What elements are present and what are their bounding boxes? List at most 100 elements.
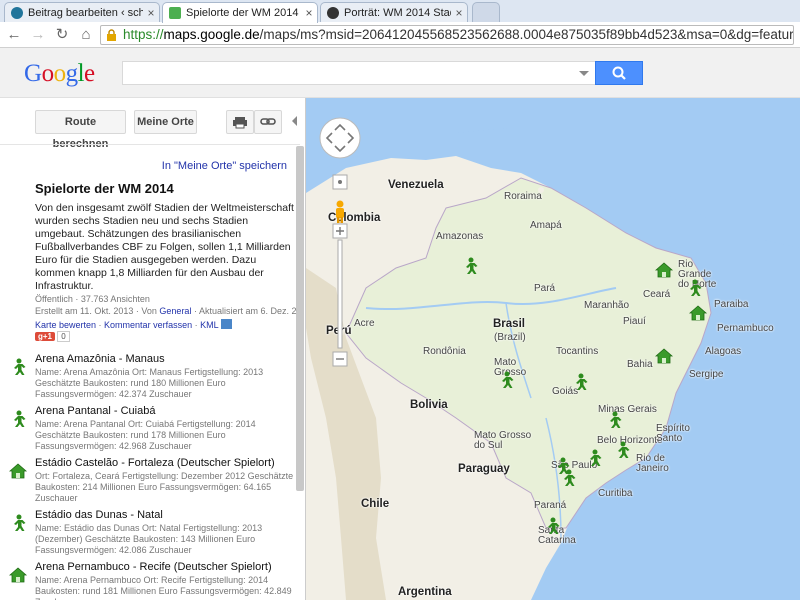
map-stats: Öffentlich · 37.763 Ansichten bbox=[35, 294, 150, 304]
address-bar[interactable]: https://maps.google.de/maps/ms?msid=2064… bbox=[100, 25, 794, 45]
kml-icon[interactable] bbox=[220, 319, 232, 329]
house-icon bbox=[8, 463, 28, 479]
house-icon[interactable] bbox=[654, 346, 674, 366]
map-canvas[interactable]: Venezuela Colombia Perú Brasil (Brazil) … bbox=[306, 98, 800, 600]
browser-tab-1[interactable]: Beitrag bearbeiten ‹ schiel × bbox=[4, 2, 160, 22]
map-actions: Karte bewerten · Kommentar verfassen · K… bbox=[35, 319, 232, 330]
list-item[interactable]: Estádio das Dunas - Natal Name: Estádio … bbox=[0, 509, 300, 557]
url-path: /maps/ms?msid=206412045568523562688.0004… bbox=[259, 27, 794, 42]
house-icon bbox=[8, 567, 28, 583]
search-button[interactable] bbox=[595, 61, 643, 85]
pegman-icon[interactable] bbox=[333, 200, 347, 224]
author-link[interactable]: General bbox=[159, 306, 191, 316]
house-icon[interactable] bbox=[688, 303, 708, 323]
label-bolivia: Bolivia bbox=[410, 399, 448, 411]
item-details: Name: Arena Pernambuco Ort: Recife Ferti… bbox=[35, 575, 292, 600]
label-state: Tocantins bbox=[556, 346, 599, 357]
list-item[interactable]: Arena Pernambuco - Recife (Deutscher Spi… bbox=[0, 561, 300, 600]
soccer-player-icon[interactable] bbox=[496, 370, 516, 390]
item-name[interactable]: Arena Amazônia - Manaus bbox=[35, 353, 165, 365]
wordpress-icon bbox=[11, 6, 23, 19]
maps-icon bbox=[169, 7, 181, 19]
map-sidebar: Route berechnen Meine Orte In "Meine Ort… bbox=[0, 98, 306, 600]
url-host: maps.google.de bbox=[163, 27, 260, 42]
soccer-player-icon bbox=[14, 514, 26, 531]
updated-date: · Aktualisiert am 6. Dez. 2013 bbox=[193, 306, 297, 316]
map-title: Spielorte der WM 2014 bbox=[35, 181, 174, 196]
browser-tab-2[interactable]: Spielorte der WM 2014 - G × bbox=[162, 2, 318, 23]
soccer-player-icon[interactable] bbox=[542, 516, 562, 536]
close-icon[interactable]: × bbox=[143, 6, 159, 20]
tab-title: Beitrag bearbeiten ‹ schiel bbox=[28, 6, 143, 19]
house-icon[interactable] bbox=[654, 260, 674, 280]
soccer-player-icon bbox=[14, 410, 26, 427]
label-state: Alagoas bbox=[705, 346, 742, 357]
home-icon[interactable]: ⌂ bbox=[76, 25, 96, 45]
kml-link[interactable]: KML bbox=[200, 320, 218, 330]
route-button[interactable]: Route berechnen bbox=[35, 110, 126, 150]
label-state: Espírito Santo bbox=[656, 423, 690, 444]
link-icon bbox=[260, 118, 276, 125]
lock-icon bbox=[107, 29, 116, 41]
soccer-player-icon[interactable] bbox=[558, 468, 578, 488]
soccer-player-icon[interactable] bbox=[612, 440, 632, 460]
soccer-player-icon[interactable] bbox=[570, 372, 590, 392]
tab-title: Porträt: WM 2014 Stadion bbox=[344, 6, 451, 19]
chevron-down-icon[interactable] bbox=[579, 71, 589, 76]
gplus-widget[interactable]: g+1 0 bbox=[35, 331, 70, 342]
gplus-button[interactable]: g+1 bbox=[35, 332, 56, 341]
new-tab-button[interactable] bbox=[472, 2, 500, 22]
google-logo[interactable]: Google bbox=[24, 60, 95, 88]
list-item[interactable]: Estádio Castelão - Fortaleza (Deutscher … bbox=[0, 457, 300, 505]
browser-tab-3[interactable]: Porträt: WM 2014 Stadion × bbox=[320, 2, 468, 22]
item-details: Name: Arena Pantanal Ort: Cuiabá Fertigs… bbox=[35, 419, 256, 451]
close-icon[interactable]: × bbox=[301, 6, 317, 20]
label-argentina: Argentina bbox=[398, 586, 452, 598]
item-name[interactable]: Estádio Castelão - Fortaleza (Deutscher … bbox=[35, 457, 275, 469]
label-brazil: (Brazil) bbox=[494, 332, 526, 343]
forward-icon[interactable]: → bbox=[28, 25, 48, 45]
label-state: Sergipe bbox=[689, 369, 724, 380]
label-state: Rio de Janeiro bbox=[636, 453, 669, 474]
label-state: Acre bbox=[354, 318, 375, 329]
label-chile: Chile bbox=[361, 498, 390, 510]
map-description: Von den insgesamt zwölf Stadien der Welt… bbox=[35, 202, 294, 292]
close-icon[interactable]: × bbox=[451, 6, 467, 20]
item-details: Name: Estádio das Dunas Ort: Natal Ferti… bbox=[35, 523, 263, 555]
item-name[interactable]: Arena Pantanal - Cuiabá bbox=[35, 405, 155, 417]
google-header: Google bbox=[0, 48, 800, 98]
label-state: Bahia bbox=[627, 359, 653, 370]
soccer-player-icon[interactable] bbox=[604, 410, 624, 430]
label-state: Roraima bbox=[504, 191, 542, 202]
rate-map-link[interactable]: Karte bewerten bbox=[35, 320, 96, 330]
list-item[interactable]: Arena Pantanal - Cuiabá Name: Arena Pant… bbox=[0, 405, 300, 453]
label-state: Maranhão bbox=[584, 300, 630, 311]
collapse-panel-icon[interactable] bbox=[290, 115, 298, 127]
label-state: Rondônia bbox=[423, 346, 466, 357]
item-name[interactable]: Arena Pernambuco - Recife (Deutscher Spi… bbox=[35, 561, 272, 573]
soccer-ball-icon bbox=[327, 6, 339, 19]
back-icon[interactable]: ← bbox=[4, 25, 24, 45]
soccer-player-icon[interactable] bbox=[584, 448, 604, 468]
browser-tab-strip: Beitrag bearbeiten ‹ schiel × Spielorte … bbox=[0, 0, 800, 23]
map-created: Erstellt am 11. Okt. 2013 · Von General … bbox=[35, 306, 297, 316]
soccer-player-icon[interactable] bbox=[684, 278, 704, 298]
label-state: Amazonas bbox=[436, 231, 484, 242]
search-icon bbox=[612, 66, 626, 80]
soccer-player-icon[interactable] bbox=[460, 256, 480, 276]
gplus-count: 0 bbox=[57, 331, 70, 342]
pan-control[interactable] bbox=[318, 116, 362, 160]
label-venezuela: Venezuela bbox=[388, 179, 444, 191]
item-name[interactable]: Estádio das Dunas - Natal bbox=[35, 509, 163, 521]
soccer-player-icon bbox=[14, 358, 26, 375]
reload-icon[interactable]: ↻ bbox=[52, 25, 72, 45]
comment-link[interactable]: Kommentar verfassen bbox=[104, 320, 192, 330]
link-button[interactable] bbox=[254, 110, 282, 134]
search-input[interactable] bbox=[122, 61, 596, 85]
save-to-my-places-link[interactable]: In "Meine Orte" speichern bbox=[162, 160, 287, 172]
item-details: Name: Arena Amazônia Ort: Manaus Fertigs… bbox=[35, 367, 264, 399]
list-item[interactable]: Arena Amazônia - Manaus Name: Arena Amaz… bbox=[0, 353, 300, 401]
my-places-button[interactable]: Meine Orte bbox=[134, 110, 197, 134]
label-state: Curitiba bbox=[598, 488, 633, 499]
print-button[interactable] bbox=[226, 110, 254, 134]
